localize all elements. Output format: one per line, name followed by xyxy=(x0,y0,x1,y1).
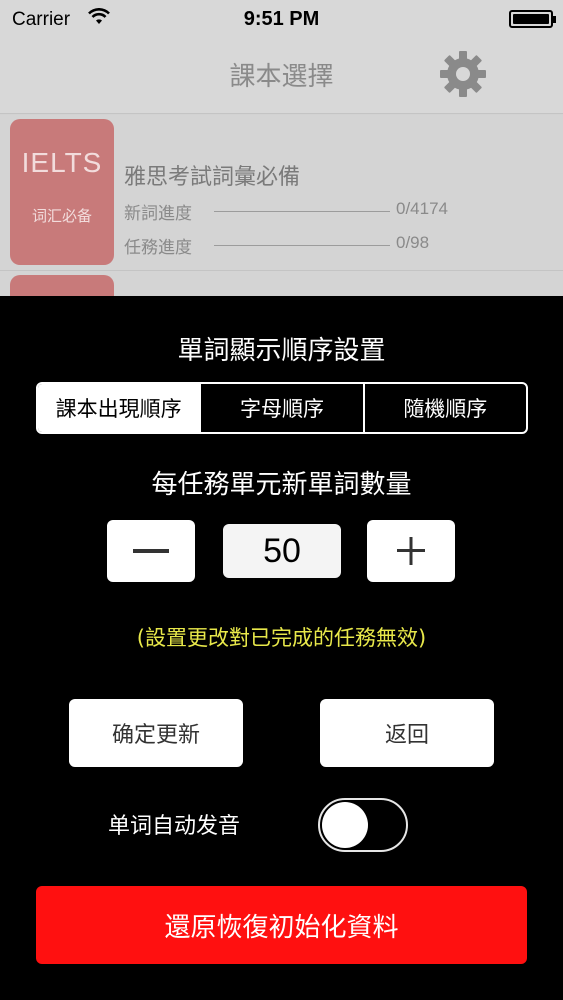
cover-subtitle: 词汇必备 xyxy=(31,207,92,225)
gear-icon[interactable] xyxy=(437,48,489,100)
cover-title: IELTS xyxy=(21,147,103,178)
new-words-label: 新詞進度 xyxy=(124,204,192,224)
clock: 9:51 PM xyxy=(243,8,320,30)
count-title: 每任務單元新單詞數量 xyxy=(151,470,412,500)
order-segmented-control: 課本出現順序 字母順序 隨機順序 xyxy=(36,382,528,434)
tasks-label: 任務進度 xyxy=(124,238,192,258)
new-words-value: 0/4174 xyxy=(396,199,448,218)
progress-line xyxy=(214,245,390,246)
book-name: 雅思考試詞彙必備 xyxy=(124,165,301,190)
battery-icon xyxy=(509,10,556,28)
order-option-alphabetical[interactable]: 字母順序 xyxy=(201,384,365,432)
decrement-button[interactable] xyxy=(107,520,195,582)
order-option-random[interactable]: 隨機順序 xyxy=(365,384,526,432)
status-bar: Carrier 9:51 PM xyxy=(0,0,563,38)
new-words-progress: 新詞進度 0/4174 xyxy=(124,199,544,224)
minus-icon xyxy=(133,549,169,553)
tasks-progress: 任務進度 0/98 xyxy=(124,233,544,258)
order-title: 單詞顯示順序設置 xyxy=(177,336,386,366)
reset-data-button[interactable]: 還原恢復初始化資料 xyxy=(36,886,527,964)
confirm-update-button[interactable]: 确定更新 xyxy=(69,699,243,767)
nav-bar: 課本選擇 xyxy=(0,38,563,114)
order-option-textbook[interactable]: 課本出現順序 xyxy=(38,384,202,432)
settings-note: (設置更改對已完成的任務無效) xyxy=(136,626,427,650)
book-row[interactable]: IELTS 词汇必备 雅思考試詞彙必備 新詞進度 0/4174 任務進度 0/9… xyxy=(0,115,563,271)
tasks-value: 0/98 xyxy=(396,233,430,252)
progress-line xyxy=(214,211,390,212)
plus-icon xyxy=(397,537,425,565)
increment-button[interactable] xyxy=(367,520,455,582)
auto-pronounce-label: 单词自动发音 xyxy=(108,814,241,839)
word-count-field[interactable]: 50 xyxy=(223,524,341,578)
back-button[interactable]: 返回 xyxy=(320,699,494,767)
book-list: IELTS 词汇必备 雅思考試詞彙必備 新詞進度 0/4174 任務進度 0/9… xyxy=(0,115,563,305)
book-cover: IELTS 词汇必备 xyxy=(10,119,114,265)
settings-panel: 單詞顯示順序設置 課本出現順序 字母順序 隨機順序 每任務單元新單詞數量 50 … xyxy=(0,296,563,1000)
toggle-knob xyxy=(322,802,368,848)
auto-pronounce-toggle[interactable] xyxy=(318,798,408,852)
